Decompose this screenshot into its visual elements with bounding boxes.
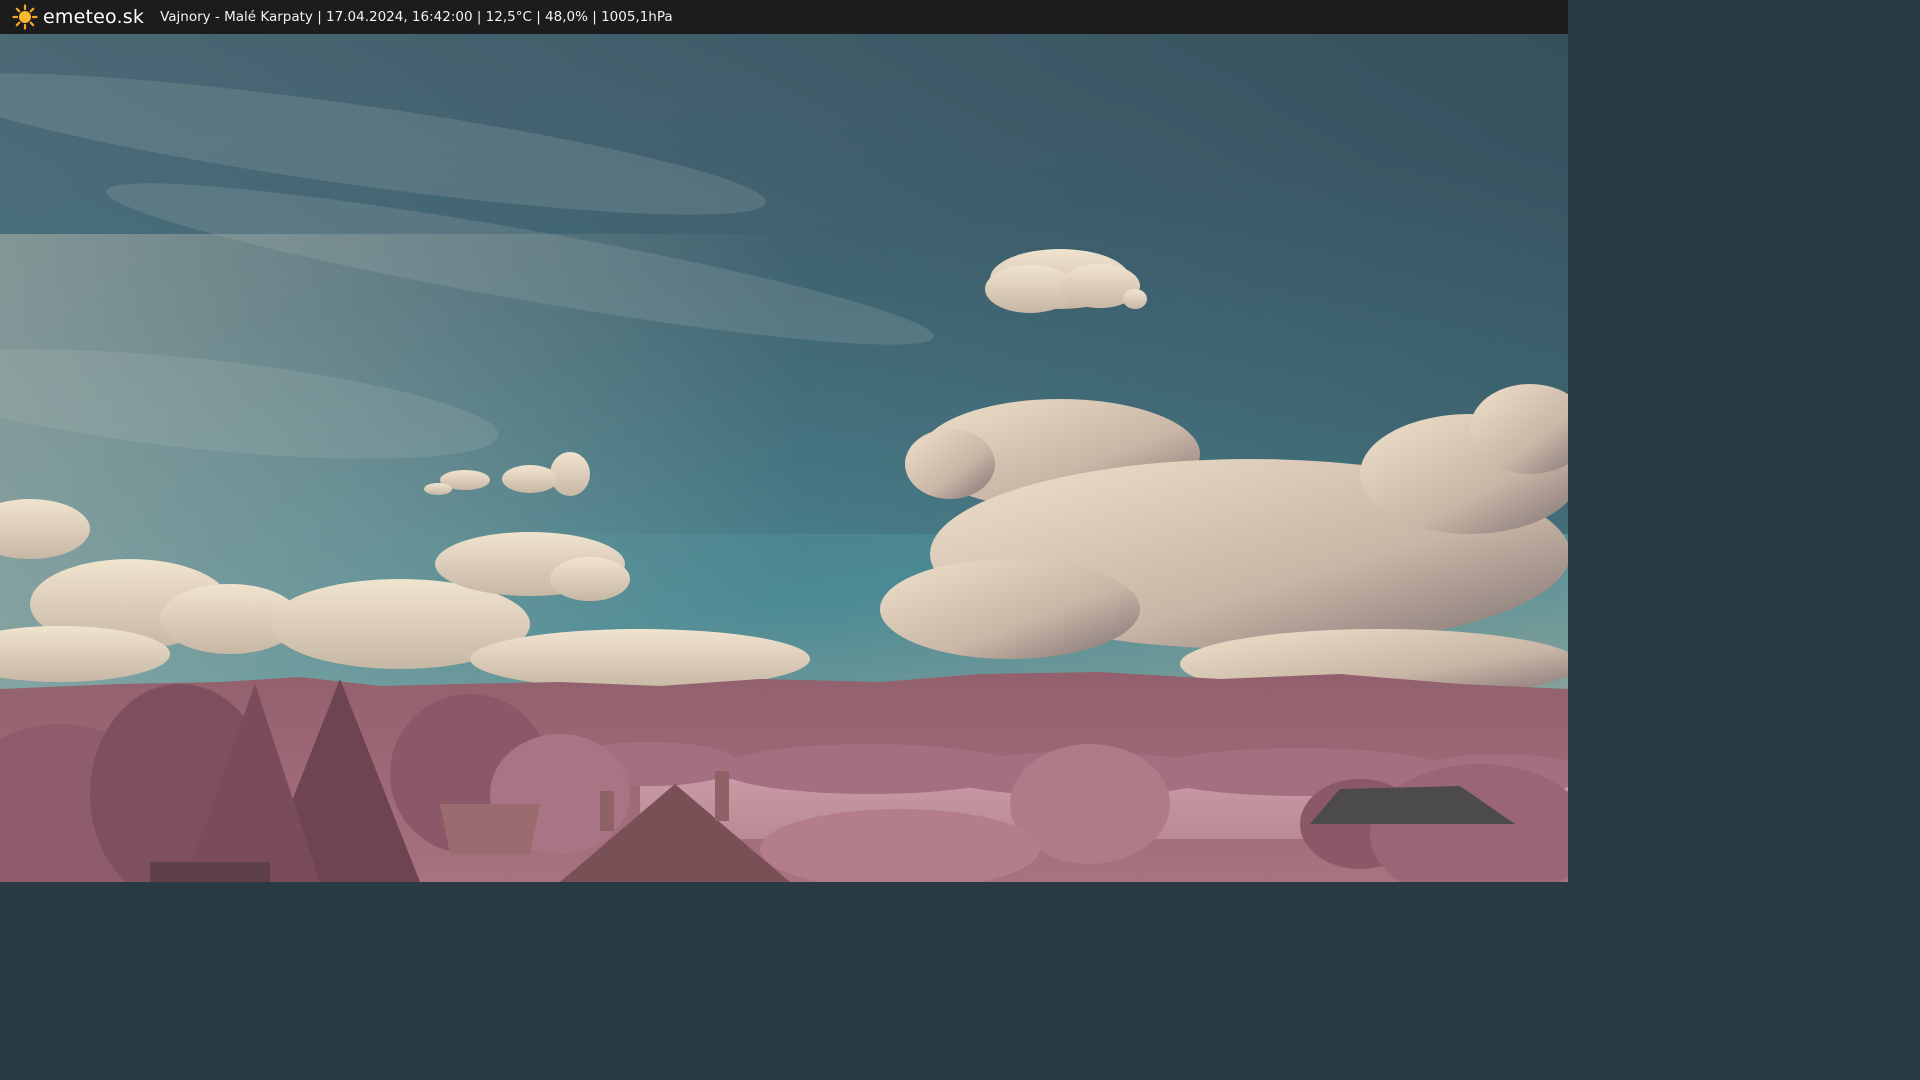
site-brand: emeteo.sk: [43, 6, 145, 28]
weather-status-text: Vajnory - Malé Karpaty | 17.04.2024, 16:…: [160, 9, 673, 25]
webcam-header-bar: emeteo.sk Vajnory - Malé Karpaty | 17.04…: [0, 0, 1568, 34]
sun-icon: [12, 4, 38, 30]
webcam-photo: [0, 34, 1568, 882]
